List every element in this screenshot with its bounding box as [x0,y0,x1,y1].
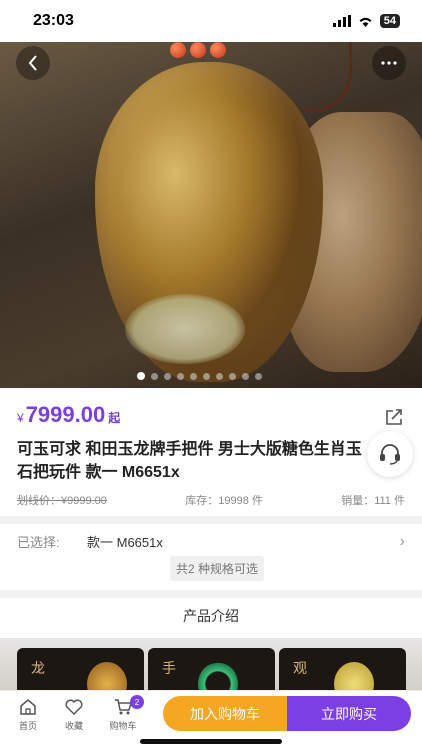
spec-selector[interactable]: 已选择: 款一 M6651x › 共2 种规格可选 [0,524,422,590]
price-currency: ¥ [17,411,24,425]
product-meta: 划线价：¥9999.00 库存：19998 件 销量：111 件 [17,492,405,508]
product-title: 可玉可求 和田玉龙牌手把件 男士大版糖色生肖玉石把玩件 款一 M6651x [17,441,362,481]
price-value: 7999.00 [25,402,106,427]
heart-icon [65,699,83,716]
favorite-label: 收藏 [64,721,83,731]
status-time: 23:03 [33,12,74,29]
battery-icon: 54 [379,14,400,28]
stock-count: 库存：19998 件 [185,495,263,507]
carousel-dot[interactable] [151,372,158,380]
cart-badge: 2 [130,695,144,709]
share-icon[interactable] [384,408,404,426]
carousel-dot[interactable] [177,372,184,380]
tile-label: 观 [293,660,307,676]
home-label: 首页 [18,721,37,731]
wifi-icon [359,17,372,27]
tile-label: 手 [162,660,176,676]
home-icon [20,699,36,715]
status-bar: 23:03 54 [0,0,422,42]
headset-icon [380,444,400,465]
carousel-indicator [137,372,262,380]
pendant-cord [302,42,352,112]
customer-service-button[interactable] [367,431,413,477]
spec-value: 款一 M6651x [87,535,163,550]
tile-label: 龙 [31,660,45,676]
spec-label: 已选择: [17,535,60,550]
carousel-dot[interactable] [203,372,210,380]
carousel-dot[interactable] [242,372,249,380]
original-price: 划线价：¥9999.00 [17,495,107,507]
carousel-dot[interactable] [255,372,262,380]
buy-now-button[interactable]: 立即购买 [287,696,411,731]
chevron-left-icon [28,55,37,71]
cart-label: 购物车 [109,721,137,731]
back-button[interactable] [16,46,50,80]
sales-count: 销量：111 件 [341,495,405,507]
product-image-carousel[interactable] [0,42,422,388]
home-tab[interactable]: 首页 [10,697,46,732]
more-button[interactable] [372,46,406,80]
price: ¥ 7999.00 起 [17,402,120,428]
carousel-dot[interactable] [229,372,236,380]
signal-icon [332,15,351,27]
bead-image [170,42,186,58]
spec-options-tag[interactable]: 共2 种规格可选 [170,556,265,581]
price-suffix: 起 [108,411,121,425]
bead-image [190,42,206,58]
cart-tab[interactable]: 购物车 2 [105,695,144,732]
carousel-dot[interactable] [190,372,197,380]
more-dots-icon [381,61,397,65]
jade-pendant-image [95,62,323,382]
product-info: ¥ 7999.00 起 可玉可求 和田玉龙牌手把件 男士大版糖色生肖玉石把玩件 … [0,388,422,516]
carousel-dot[interactable] [137,372,145,380]
home-indicator [140,739,282,744]
section-title: 产品介绍 [0,598,422,638]
chevron-right-icon: › [399,532,405,550]
status-icons: 54 [332,14,400,28]
add-to-cart-button[interactable]: 加入购物车 [163,696,287,731]
spec-row[interactable]: 已选择: 款一 M6651x › [17,532,405,551]
favorite-tab[interactable]: 收藏 [56,697,92,732]
carousel-dot[interactable] [164,372,171,380]
carousel-dot[interactable] [216,372,223,380]
bead-image [210,42,226,58]
